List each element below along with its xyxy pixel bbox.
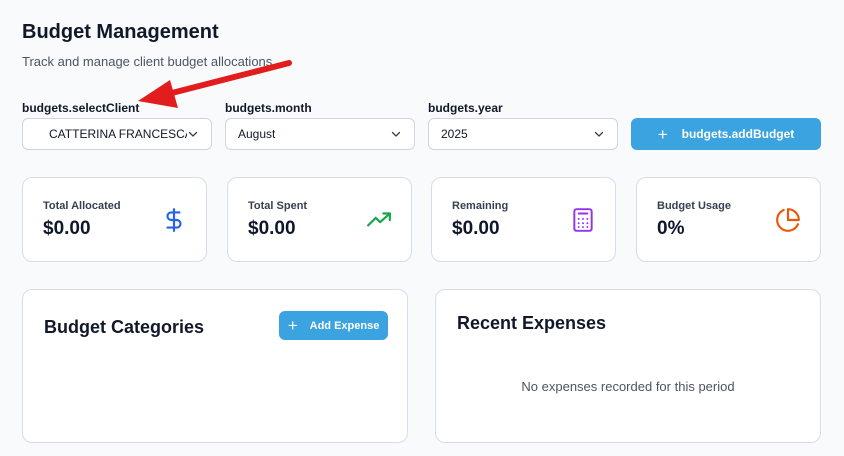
month-select-value: August — [238, 127, 276, 141]
month-select-label: budgets.month — [225, 101, 312, 115]
stat-value: $0.00 — [43, 218, 91, 239]
client-select-value: CATTERINA FRANCESCA... — [49, 127, 187, 141]
chevron-down-icon — [390, 128, 402, 140]
add-budget-button[interactable]: + budgets.addBudget — [631, 118, 821, 150]
month-select[interactable]: August — [225, 118, 415, 150]
year-select-label: budgets.year — [428, 101, 503, 115]
recent-expenses-panel: Recent Expenses No expenses recorded for… — [435, 289, 821, 443]
year-select[interactable]: 2025 — [428, 118, 618, 150]
client-select[interactable]: CATTERINA FRANCESCA... — [22, 118, 212, 150]
stat-label: Total Spent — [248, 200, 308, 212]
add-expense-button[interactable]: + Add Expense — [279, 311, 388, 340]
page-title: Budget Management — [22, 21, 219, 43]
trending-up-icon — [365, 206, 393, 234]
stat-label: Budget Usage — [657, 200, 731, 212]
calculator-icon — [569, 206, 597, 234]
plus-icon: + — [657, 124, 668, 144]
stat-card-remaining: Remaining $0.00 — [431, 177, 616, 262]
budget-categories-title: Budget Categories — [44, 317, 205, 337]
stat-card-total-spent: Total Spent $0.00 — [227, 177, 412, 262]
add-expense-label: Add Expense — [309, 319, 380, 332]
empty-expenses-message: No expenses recorded for this period — [521, 379, 735, 394]
chevron-down-icon — [593, 128, 605, 140]
add-budget-label: budgets.addBudget — [681, 127, 795, 141]
client-select-label: budgets.selectClient — [22, 101, 140, 115]
stat-card-total-allocated: Total Allocated $0.00 — [22, 177, 207, 262]
recent-expenses-title: Recent Expenses — [457, 313, 607, 333]
stat-card-budget-usage: Budget Usage 0% — [636, 177, 821, 262]
stat-value: $0.00 — [248, 218, 296, 239]
budget-categories-panel: Budget Categories + Add Expense — [22, 289, 408, 443]
stat-value: 0% — [657, 218, 685, 239]
pie-chart-icon — [774, 206, 802, 234]
dollar-sign-icon — [160, 206, 188, 234]
plus-icon: + — [287, 316, 298, 335]
chevron-down-icon — [187, 128, 199, 140]
stat-label: Total Allocated — [43, 200, 121, 212]
stat-value: $0.00 — [452, 218, 500, 239]
stat-label: Remaining — [452, 200, 509, 212]
page-subtitle: Track and manage client budget allocatio… — [22, 54, 273, 69]
year-select-value: 2025 — [441, 127, 468, 141]
